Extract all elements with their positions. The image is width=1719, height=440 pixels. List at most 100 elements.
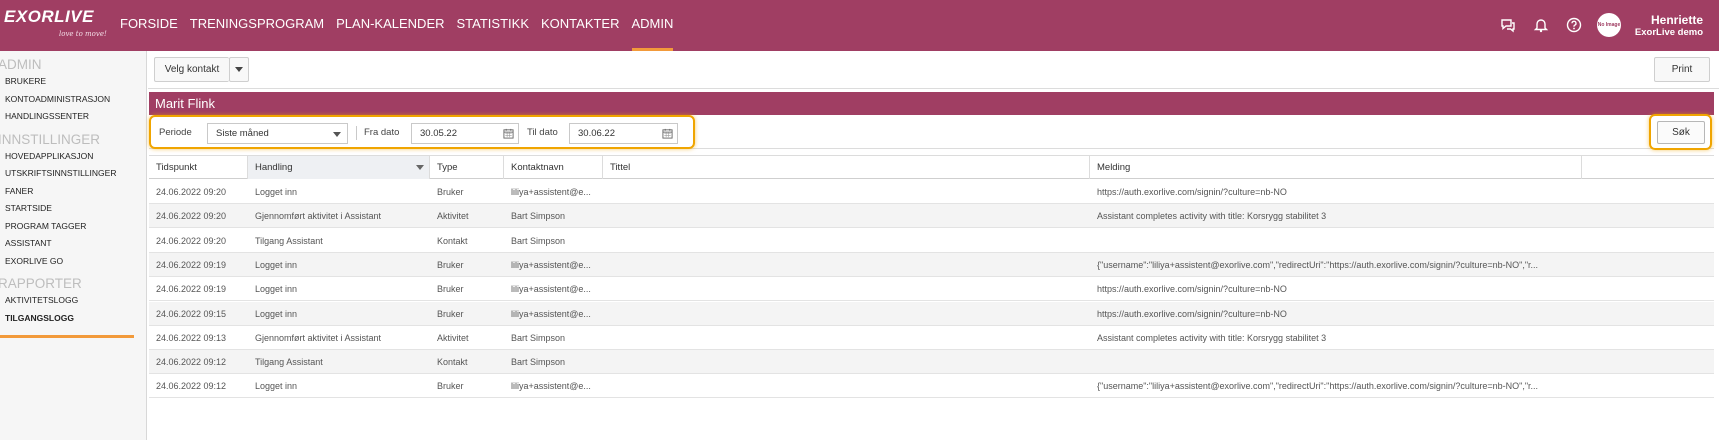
cell-tittel <box>603 253 1090 277</box>
sidebar-item-startside[interactable]: STARTSIDE <box>0 200 116 218</box>
user-account: ExorLive demo <box>1634 27 1703 38</box>
logo-tagline: love to move! <box>59 30 107 38</box>
sidebar-section-rapporter: RAPPORTER <box>0 276 82 291</box>
avatar[interactable]: No Image <box>1597 13 1621 37</box>
column-header-type[interactable]: Type <box>430 156 504 179</box>
column-header-melding[interactable]: Melding <box>1090 156 1582 179</box>
cell-handling: Logget inn <box>255 284 298 295</box>
cell-tittel <box>603 302 1090 326</box>
cell-kontaktnavn: Bart Simpson <box>511 211 566 222</box>
cell-handling: Tilgang Assistant <box>255 235 323 246</box>
toolbar: Velg kontakt Print <box>148 51 1719 89</box>
cell-type: Bruker <box>437 284 464 295</box>
nav-item-treningsprogram[interactable]: TRENINGSPROGRAM <box>184 0 330 51</box>
column-header-handling[interactable]: Handling <box>248 156 430 179</box>
cell-kontaktnavn: liliya+assistent@e... <box>511 187 591 197</box>
sidebar-section-admin: ADMIN <box>0 57 42 72</box>
cell-melding <box>1090 229 1580 253</box>
cell-tidspunkt: 24.06.2022 09:15 <box>156 308 227 319</box>
sidebar-item-faner[interactable]: FANER <box>0 183 116 201</box>
cell-tidspunkt: 24.06.2022 09:20 <box>156 211 227 222</box>
cell-type: Bruker <box>437 187 464 197</box>
cell-melding: Assistant completes activity with title:… <box>1097 211 1327 222</box>
sidebar-item-tilgangslogg[interactable]: TILGANGSLOGG <box>0 310 116 328</box>
cell-handling: Logget inn <box>255 308 298 319</box>
table-row[interactable]: 24.06.2022 09:20 Logget inn Bruker liliya+a… <box>149 180 1714 204</box>
exorlive-logo[interactable]: EXORLIVE love to move! <box>4 8 108 42</box>
main-content: Velg kontakt Print Marit Flink Periode S… <box>148 51 1719 440</box>
nav-item-kontakter[interactable]: KONTAKTER <box>535 0 626 51</box>
logo-wordmark: EXORLIVE <box>4 7 94 26</box>
sidebar-item-brukere[interactable]: BRUKERE <box>0 73 116 91</box>
cell-tittel <box>603 374 1090 398</box>
cell-handling: Logget inn <box>255 381 298 392</box>
table-row[interactable]: 24.06.2022 09:13 Gjennomført aktivitet i … <box>149 326 1714 350</box>
nav-item-plan-kalender[interactable]: PLAN-KALENDER <box>330 0 450 51</box>
cell-tittel <box>603 326 1090 350</box>
search-highlight <box>1649 114 1712 150</box>
top-navigation-bar: EXORLIVE love to move! FORSIDE TRENINGSP… <box>0 0 1719 51</box>
cell-tittel <box>603 350 1090 374</box>
table-header: Tidspunkt Handling Type Kontaktnavn Titt… <box>149 155 1714 179</box>
sidebar-item-utskriftsinnstillinger[interactable]: UTSKRIFTSINNSTILLINGER <box>0 165 116 183</box>
cell-kontaktnavn: Bart Simpson <box>511 332 566 343</box>
nav-item-forside[interactable]: FORSIDE <box>114 0 184 51</box>
filter-highlight <box>149 115 695 149</box>
cell-tidspunkt: 24.06.2022 09:12 <box>156 381 227 392</box>
cell-type: Kontakt <box>437 357 468 368</box>
cell-kontaktnavn: liliya+assistent@e... <box>511 381 591 392</box>
select-contact-dropdown[interactable] <box>229 57 249 82</box>
cell-kontaktnavn: liliya+assistent@e... <box>511 259 591 270</box>
cell-type: Bruker <box>437 308 464 319</box>
cell-tidspunkt: 24.06.2022 09:13 <box>156 332 227 343</box>
cell-kontaktnavn: liliya+assistent@e... <box>511 284 591 295</box>
bell-icon[interactable] <box>1531 15 1551 35</box>
sidebar-item-program-tagger[interactable]: PROGRAM TAGGER <box>0 218 116 236</box>
cell-type: Bruker <box>437 381 464 392</box>
help-icon[interactable] <box>1564 15 1584 35</box>
cell-tidspunkt: 24.06.2022 09:12 <box>156 357 227 368</box>
cell-kontaktnavn: liliya+assistent@e... <box>511 308 591 319</box>
admin-sidebar: ADMIN BRUKERE KONTOADMINISTRASJON HANDLI… <box>0 51 147 440</box>
sidebar-item-aktivitetslogg[interactable]: AKTIVITETSLOGG <box>0 292 116 310</box>
cell-handling: Tilgang Assistant <box>255 357 323 368</box>
nav-item-admin[interactable]: ADMIN <box>626 0 680 51</box>
table-row[interactable]: 24.06.2022 09:12 Tilgang Assistant Kontakt… <box>149 350 1714 375</box>
contact-panel-title: Marit Flink <box>149 92 1714 115</box>
cell-melding: {"username":"liliya+assistent@exorlive.c… <box>1097 381 1539 392</box>
sidebar-item-exorlive-go[interactable]: EXORLIVE GO <box>0 253 116 271</box>
sidebar-item-handlingssenter[interactable]: HANDLINGSSENTER <box>0 108 116 126</box>
table-row[interactable]: 24.06.2022 09:19 Logget inn Bruker liliya+a… <box>149 252 1714 277</box>
chat-icon[interactable] <box>1498 15 1518 35</box>
main-nav: FORSIDE TRENINGSPROGRAM PLAN-KALENDER ST… <box>114 0 679 51</box>
nav-item-statistikk[interactable]: STATISTIKK <box>451 0 535 51</box>
cell-tidspunkt: 24.06.2022 09:19 <box>156 284 227 295</box>
table-row[interactable]: 24.06.2022 09:12 Logget inn Bruker liliya+a… <box>149 374 1714 399</box>
cell-tittel <box>603 229 1090 253</box>
user-menu[interactable]: Henriette ExorLive demo <box>1635 14 1703 39</box>
table-row[interactable]: 24.06.2022 09:15 Logget inn Bruker liliya+a… <box>149 301 1714 326</box>
sidebar-item-assistant[interactable]: ASSISTANT <box>0 235 116 253</box>
cell-type: Aktivitet <box>437 211 469 222</box>
cell-melding: https://auth.exorlive.com/signin/?cultur… <box>1097 284 1287 295</box>
cell-tidspunkt: 24.06.2022 09:20 <box>156 235 227 246</box>
cell-melding: Assistant completes activity with title:… <box>1097 332 1327 343</box>
cell-melding: https://auth.exorlive.com/signin/?cultur… <box>1097 308 1287 319</box>
sort-chevron-icon[interactable] <box>416 165 424 170</box>
table-row[interactable]: 24.06.2022 09:20 Gjennomført aktivitet i … <box>149 204 1714 229</box>
table-row[interactable]: 24.06.2022 09:20 Tilgang Assistant Kontakt… <box>149 229 1714 253</box>
header-icons: No Image <box>1498 13 1621 37</box>
print-button[interactable]: Print <box>1654 57 1710 82</box>
column-header-tidspunkt[interactable]: Tidspunkt <box>149 156 248 179</box>
cell-handling: Gjennomført aktivitet i Assistant <box>255 332 382 343</box>
active-item-underline <box>0 335 134 338</box>
column-header-kontaktnavn[interactable]: Kontaktnavn <box>504 156 603 179</box>
sidebar-item-kontoadministrasjon[interactable]: KONTOADMINISTRASJON <box>0 91 116 109</box>
table-row[interactable]: 24.06.2022 09:19 Logget inn Bruker liliya+a… <box>149 277 1714 302</box>
user-name: Henriette <box>1650 13 1703 27</box>
select-contact-button[interactable]: Velg kontakt <box>154 57 229 82</box>
column-header-tittel[interactable]: Tittel <box>603 156 1090 179</box>
sidebar-item-hovedapplikasjon[interactable]: HOVEDAPPLIKASJON <box>0 148 116 166</box>
cell-kontaktnavn: Bart Simpson <box>511 235 566 246</box>
cell-handling: Logget inn <box>255 259 298 270</box>
